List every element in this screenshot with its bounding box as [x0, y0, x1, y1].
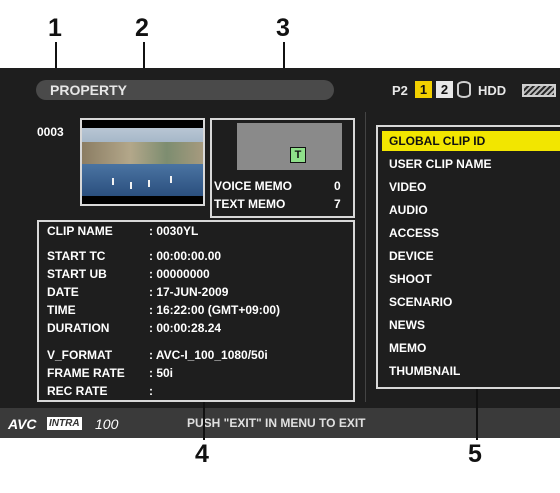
menu-item-news[interactable]: NEWS [382, 315, 560, 335]
menu-item-device[interactable]: DEVICE [382, 246, 560, 266]
voice-memo-count: 0 [334, 179, 341, 193]
property-screen: PROPERTY P2 1 2 HDD 0003 T VOICE MEMO 0 … [0, 68, 560, 438]
menu-item-shoot[interactable]: SHOOT [382, 269, 560, 289]
menu-item-thumbnail[interactable]: THUMBNAIL [382, 361, 560, 381]
callout-3: 3 [276, 14, 290, 42]
callout-4: 4 [195, 440, 209, 468]
avc-logo: AVC [8, 416, 37, 432]
menu-item-global-clip-id[interactable]: GLOBAL CLIP ID [382, 131, 560, 151]
hdd-label: HDD [478, 83, 507, 98]
menu-item-memo[interactable]: MEMO [382, 338, 560, 358]
card-slot-2: 2 [436, 81, 453, 98]
logo-100: 100 [95, 416, 119, 432]
menu-item-access[interactable]: ACCESS [382, 223, 560, 243]
info-row-date: DATE: 17-JUN-2009 [47, 285, 229, 299]
menu-item-video[interactable]: VIDEO [382, 177, 560, 197]
menu-item-scenario[interactable]: SCENARIO [382, 292, 560, 312]
info-row-clip-name: CLIP NAME: 0030YL [47, 224, 199, 238]
header-bar: PROPERTY [36, 80, 334, 100]
info-row-start-tc: START TC: 00:00:00.00 [47, 249, 222, 263]
callout-5: 5 [468, 440, 482, 468]
menu-item-audio[interactable]: AUDIO [382, 200, 560, 220]
info-row-rec-rate: REC RATE: [47, 384, 153, 398]
hdd-icon [457, 81, 471, 98]
info-row-frame-rate: FRAME RATE: 50i [47, 366, 174, 380]
clip-number: 0003 [37, 125, 64, 139]
info-row-duration: DURATION: 00:00:28.24 [47, 321, 222, 335]
callout-4-line [203, 402, 205, 440]
text-memo-count: 7 [334, 197, 341, 211]
callout-5-line [476, 389, 478, 440]
clip-thumbnail [80, 118, 205, 206]
text-memo-icon: T [290, 147, 306, 163]
exit-hint: PUSH "EXIT" IN MENU TO EXIT [187, 416, 366, 430]
callout-1: 1 [48, 14, 62, 42]
p2-media-label: P2 [392, 83, 408, 98]
page-title: PROPERTY [50, 82, 128, 98]
card-slot-1: 1 [415, 81, 432, 98]
voice-memo-label: VOICE MEMO [214, 179, 293, 193]
info-row-time: TIME: 16:22:00 (GMT+09:00) [47, 303, 281, 317]
info-row-v-format: V_FORMAT: AVC-I_100_1080/50i [47, 348, 268, 362]
intra-logo: INTRA [47, 417, 82, 430]
menu-item-user-clip-name[interactable]: USER CLIP NAME [382, 154, 560, 174]
info-row-start-ub: START UB: 00000000 [47, 267, 210, 281]
text-memo-label: TEXT MEMO [214, 197, 286, 211]
panel-divider [365, 112, 366, 402]
callout-2: 2 [135, 14, 149, 42]
battery-icon [522, 84, 556, 97]
